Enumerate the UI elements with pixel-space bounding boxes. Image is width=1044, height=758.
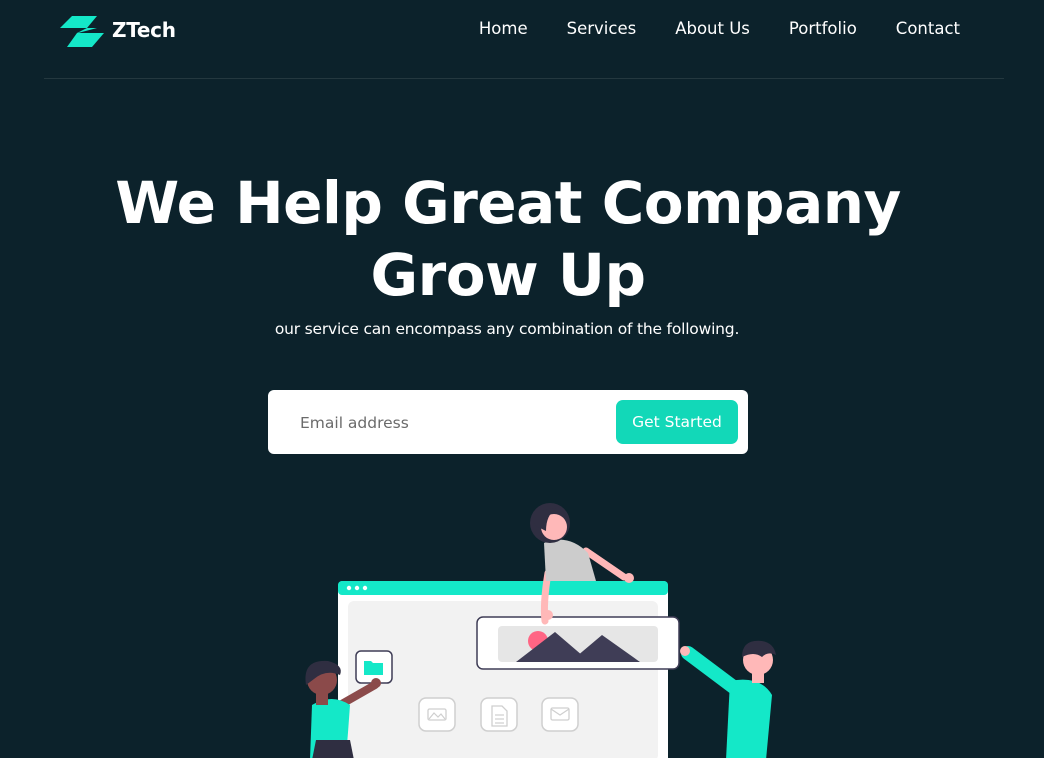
nav-link-contact[interactable]: Contact bbox=[896, 19, 960, 38]
brand-name: ZTech bbox=[112, 18, 176, 42]
hero-title: We Help Great Company Grow Up bbox=[0, 167, 1016, 311]
folder-icon bbox=[355, 650, 393, 684]
hero-title-line-1: We Help Great Company bbox=[115, 169, 901, 237]
image-card bbox=[476, 616, 680, 670]
nav-link-services[interactable]: Services bbox=[567, 19, 637, 38]
hero-subtitle: our service can encompass any combinatio… bbox=[274, 320, 740, 338]
document-icon bbox=[480, 697, 518, 732]
hero-title-line-2: Grow Up bbox=[370, 241, 646, 309]
nav-link-portfolio[interactable]: Portfolio bbox=[789, 19, 857, 38]
hero-illustration bbox=[305, 503, 776, 758]
email-input[interactable] bbox=[298, 402, 602, 444]
main-nav: Home Services About Us Portfolio Contact bbox=[479, 19, 960, 38]
site-header: ZTech Home Services About Us Portfolio C… bbox=[44, 0, 1004, 79]
brand-logo[interactable]: ZTech bbox=[59, 14, 176, 48]
get-started-button[interactable]: Get Started bbox=[616, 400, 738, 444]
landing-page: ZTech Home Services About Us Portfolio C… bbox=[0, 0, 1044, 758]
ztech-logo-icon bbox=[60, 16, 104, 47]
email-signup-form: Get Started bbox=[268, 390, 748, 454]
person-right bbox=[680, 640, 776, 758]
nav-link-home[interactable]: Home bbox=[479, 19, 528, 38]
image-icon bbox=[418, 697, 456, 732]
mail-icon bbox=[541, 697, 579, 732]
nav-link-about-us[interactable]: About Us bbox=[675, 19, 750, 38]
